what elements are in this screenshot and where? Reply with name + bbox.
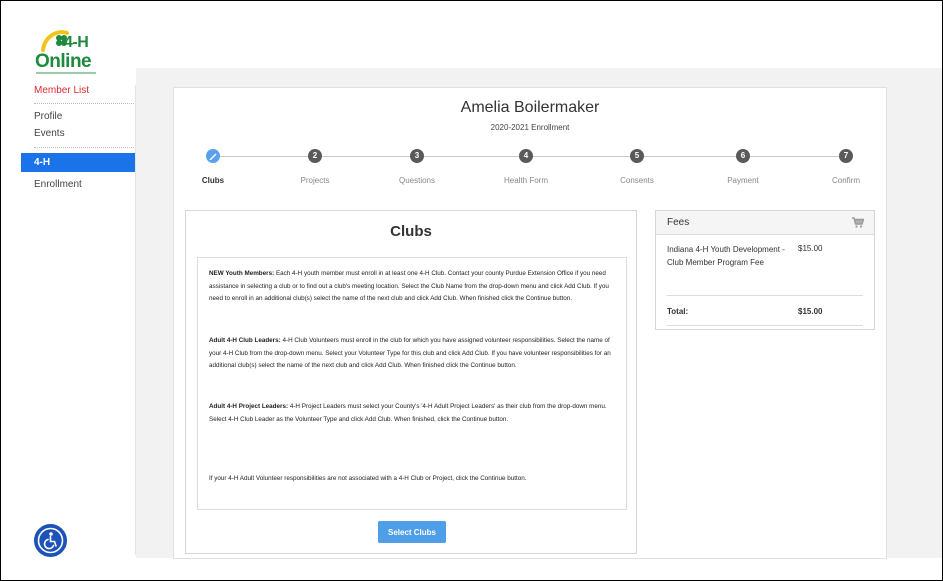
instructions-new-youth: NEW Youth Members: Each 4-H youth member… (209, 268, 619, 306)
step-6-payment[interactable]: 6 (736, 149, 750, 163)
enrollment-card: Amelia Boilermaker 2020-2021 Enrollment … (173, 87, 887, 559)
pencil-icon (209, 153, 217, 161)
4h-online-logo[interactable]: 4-H Online (32, 22, 102, 78)
paragraph-lead: NEW Youth Members: (209, 270, 275, 277)
paragraph-text: If your 4-H Adult Volunteer responsibili… (209, 475, 527, 482)
step-1-clubs[interactable] (206, 149, 220, 163)
step-7-confirm[interactable]: 7 (839, 149, 853, 163)
fees-title: Fees (667, 217, 690, 228)
paragraph-lead: Adult 4-H Club Leaders: (209, 337, 281, 344)
logo-text-4h: 4-H (64, 34, 89, 51)
accessibility-icon (37, 527, 64, 554)
instructions-continue-note: If your 4-H Adult Volunteer responsibili… (209, 473, 619, 486)
logo-text-online: Online (35, 51, 92, 72)
sidebar-item-enrollment[interactable]: Enrollment (34, 179, 82, 190)
step-5-consents[interactable]: 5 (630, 149, 644, 163)
step-label-health-form: Health Form (503, 176, 549, 185)
fee-total-amount: $15.00 (798, 307, 823, 316)
paragraph-lead: Adult 4-H Project Leaders: (209, 403, 289, 410)
step-label-consents: Consents (620, 176, 654, 185)
sidebar-item-label: 4-H (34, 157, 51, 168)
sidebar-item-member-list[interactable]: Member List (34, 85, 89, 96)
instructions-project-leaders: Adult 4-H Project Leaders: 4-H Project L… (209, 401, 619, 426)
fee-divider (667, 325, 863, 326)
step-label-questions: Questions (398, 176, 436, 185)
sidebar-item-events[interactable]: Events (34, 128, 65, 139)
sidebar-item-4h[interactable]: 4-H (21, 153, 135, 172)
clubs-panel: Clubs NEW Youth Members: Each 4-H youth … (185, 210, 637, 554)
app-frame: 4-H Online Member List Profile Events 4-… (0, 0, 943, 581)
fees-panel: Fees Indiana 4-H Youth Development - Clu… (655, 210, 875, 330)
sidebar-divider (34, 103, 134, 104)
fee-total-label: Total: (667, 307, 689, 316)
step-3-questions[interactable]: 3 (410, 149, 424, 163)
sidebar-divider (34, 147, 134, 148)
accessibility-button[interactable] (34, 524, 67, 557)
sidebar: Member List Profile Events 4-H Enrollmen… (21, 85, 136, 555)
step-label-confirm: Confirm (831, 176, 861, 185)
step-4-health-form[interactable]: 4 (519, 149, 533, 163)
clubs-title: Clubs (390, 223, 432, 240)
instructions-club-leaders: Adult 4-H Club Leaders: 4-H Club Volunte… (209, 335, 619, 373)
select-clubs-button[interactable]: Select Clubs (378, 521, 446, 543)
step-label-projects: Projects (300, 176, 330, 185)
cart-icon[interactable] (852, 217, 864, 228)
fee-item-amount: $15.00 (798, 244, 823, 253)
step-label-clubs: Clubs (201, 176, 225, 185)
logo-tagline (36, 72, 96, 74)
member-name: Amelia Boilermaker (460, 99, 600, 116)
step-label-payment: Payment (727, 176, 759, 185)
step-2-projects[interactable]: 2 (308, 149, 322, 163)
fee-divider (667, 295, 863, 296)
enrollment-year: 2020-2021 Enrollment (490, 123, 570, 132)
fee-item-description: Indiana 4-H Youth Development - Club Mem… (667, 245, 785, 267)
clubs-instructions: NEW Youth Members: Each 4-H youth member… (197, 257, 627, 510)
sidebar-item-profile[interactable]: Profile (34, 111, 62, 122)
fees-header: Fees (656, 211, 874, 235)
